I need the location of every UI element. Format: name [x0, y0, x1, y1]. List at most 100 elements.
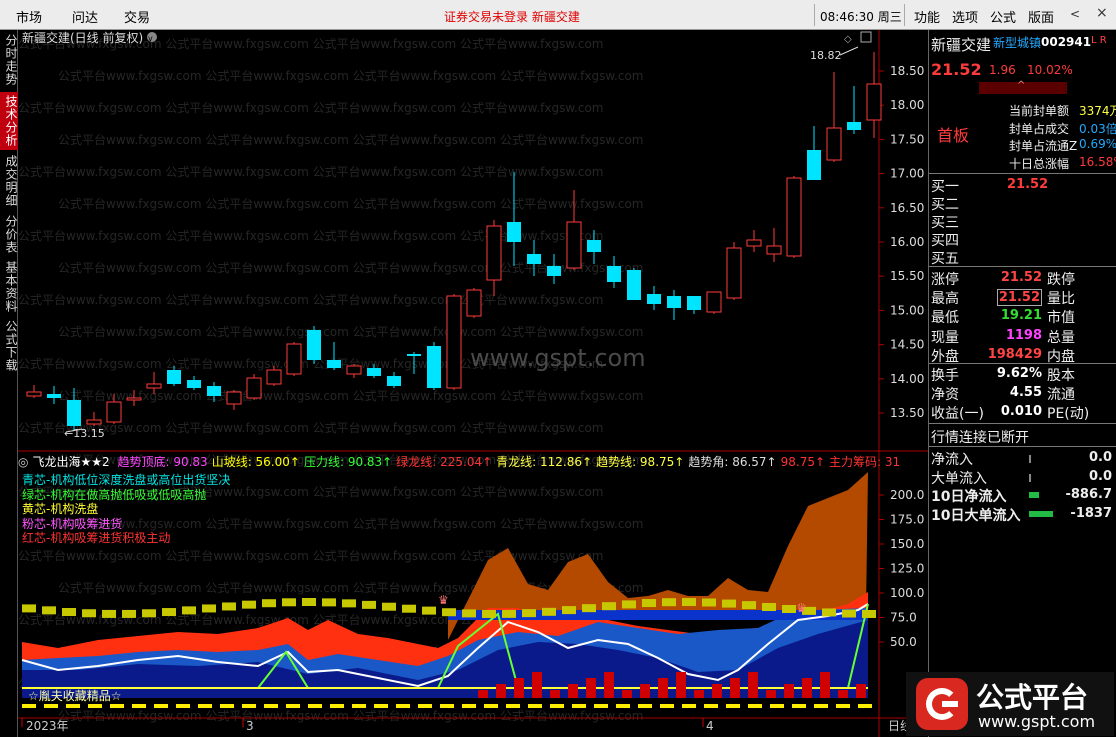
buy-level-label: 买二 [931, 197, 959, 213]
candle-body-down [327, 360, 341, 368]
chart-title: 新疆交建(日线 前复权) [22, 30, 143, 45]
stock-code: 002941 [1041, 35, 1092, 49]
trend-block [502, 609, 516, 618]
trend-block [482, 609, 496, 618]
volume-bar [604, 672, 614, 698]
indicator-value: 趋势角: 86.57↑ [688, 455, 777, 469]
trend-block [622, 600, 636, 609]
menu-bar: 市场 问达 交易 证券交易未登录 新疆交建 08:46:30 周三 功能 选项 … [0, 0, 1116, 30]
price-tick-label: 17.50 [890, 132, 924, 146]
candle-body-up [106, 401, 122, 423]
chart-area[interactable]: 公式平台www.fxgsw.com 公式平台www.fxgsw.com 公式平台… [18, 30, 928, 737]
stat-label-2: 总量 [1047, 329, 1075, 346]
stat-value: 198429 [987, 346, 1042, 362]
candle-body-up [766, 245, 782, 255]
candle-body-up [466, 289, 482, 317]
chevron-up-icon[interactable]: ^ [1017, 80, 1025, 91]
price-tick-label: 14.50 [890, 338, 924, 352]
bottom-marker [176, 704, 190, 708]
sector-name[interactable]: 新型城镇 [993, 34, 1041, 51]
watermark-row: 公式平台www.fxgsw.com 公式平台www.fxgsw.com 公式平台… [58, 196, 643, 211]
stat-value: 1198 [1005, 327, 1042, 343]
menu-market[interactable]: 市场 [16, 7, 42, 26]
price-tick-label: 13.50 [890, 406, 924, 420]
trend-block [862, 609, 876, 618]
flow-label: 10日大单流入 [931, 507, 1021, 524]
x-label-year: 2023年 [26, 719, 69, 733]
trend-block [362, 600, 376, 609]
tab-intraday[interactable]: 分时走势 [0, 32, 18, 88]
flow-bar [1029, 473, 1031, 482]
candle-body-up [786, 177, 802, 257]
side-tabs: 分时走势 技术分析 成交明细 分价表 基本资料 公式下载 [0, 30, 18, 737]
candle-body-down [667, 296, 681, 308]
trend-block [782, 604, 796, 613]
price-tick-label: 18.50 [890, 64, 924, 78]
stat-label: 涨停 [931, 272, 959, 288]
tab-price-table[interactable]: 分价表 [0, 212, 18, 256]
menu-function[interactable]: 功能 [914, 7, 940, 26]
trend-block [662, 598, 676, 607]
trend-block [522, 609, 536, 618]
collector-label: ☆胤夫收藏精品☆ [28, 688, 122, 703]
seal-label: 当前封单额 [1009, 104, 1070, 118]
diamond-icon[interactable]: ◇ [844, 34, 852, 45]
tab-formula-download[interactable]: 公式下载 [0, 318, 18, 374]
tab-trades[interactable]: 成交明细 [0, 152, 18, 210]
buy-level-label: 买三 [931, 215, 959, 231]
login-notice[interactable]: 证券交易未登录 新疆交建 [444, 8, 580, 25]
seal-value: 3374万 [1079, 104, 1116, 118]
volume-bar [766, 690, 776, 698]
candle-body-down [367, 368, 381, 376]
menu-options[interactable]: 选项 [952, 7, 978, 26]
price-change: 1.96 [989, 63, 1016, 77]
candle-body-up [346, 365, 362, 375]
stat-value: 9.62% [996, 366, 1042, 381]
indicator-circle-icon[interactable]: ◎ [18, 455, 28, 469]
menu-wenda[interactable]: 问达 [72, 7, 98, 26]
indicator-tick-label: 200.0 [890, 488, 924, 502]
indicator-value: 青龙线: 112.86↑ [496, 455, 593, 469]
trend-block [762, 603, 776, 612]
price-tick-label: 16.50 [890, 201, 924, 215]
close-icon[interactable]: × [1096, 5, 1108, 21]
stat-label: 最低 [931, 310, 959, 327]
indicator-name[interactable]: 飞龙出海★★2 [32, 455, 109, 469]
trend-block [142, 609, 156, 618]
candle-body-down [527, 254, 541, 264]
candle-body-down [407, 354, 421, 356]
kline-chart[interactable]: 公式平台www.fxgsw.com 公式平台www.fxgsw.com 公式平台… [18, 30, 928, 737]
menu-formula[interactable]: 公式 [990, 7, 1016, 26]
trend-block [822, 608, 836, 617]
quote-panel: 新疆交建 新型城镇 002941 L R 21.52 1.96 10.02% ^… [928, 30, 1116, 737]
buy-level-label: 买四 [931, 233, 959, 249]
volume-bar [856, 684, 866, 698]
bottom-marker [748, 704, 762, 708]
menu-trade[interactable]: 交易 [124, 7, 150, 26]
bottom-marker [704, 704, 718, 708]
stat-label-2: 跌停 [1047, 272, 1075, 288]
back-icon[interactable]: < [1070, 7, 1080, 21]
gspt-logo: 公式平台 www.gspt.com [906, 672, 1114, 736]
trend-block [282, 598, 296, 607]
tab-technical[interactable]: 技术分析 [0, 92, 18, 150]
signal-marker: ♛ [796, 601, 807, 615]
candle-body-down [167, 370, 181, 384]
watermark-row: 公式平台www.fxgsw.com 公式平台www.fxgsw.com 公式平台… [18, 100, 603, 115]
candle-body-up [726, 247, 742, 299]
tab-profile[interactable]: 基本资料 [0, 258, 18, 316]
flow-value: -1837 [1070, 505, 1112, 521]
bottom-marker [264, 704, 278, 708]
indicator-header: ◎ 飞龙出海★★2 趋势顶底: 90.83 山坡线: 56.00↑ 压力线: 90.8… [18, 453, 908, 469]
candle-body-down [587, 240, 601, 252]
candle-body-up [826, 127, 842, 161]
candle-body-down [547, 266, 561, 276]
trend-block [122, 609, 136, 618]
volume-bar [730, 678, 740, 698]
menu-layout[interactable]: 版面 [1028, 7, 1054, 26]
candle-body-up [286, 343, 302, 375]
trend-block [442, 608, 456, 617]
x-label-april: 4 [706, 719, 714, 733]
indicator-tick-label: 150.0 [890, 537, 924, 551]
trend-block [242, 600, 256, 609]
